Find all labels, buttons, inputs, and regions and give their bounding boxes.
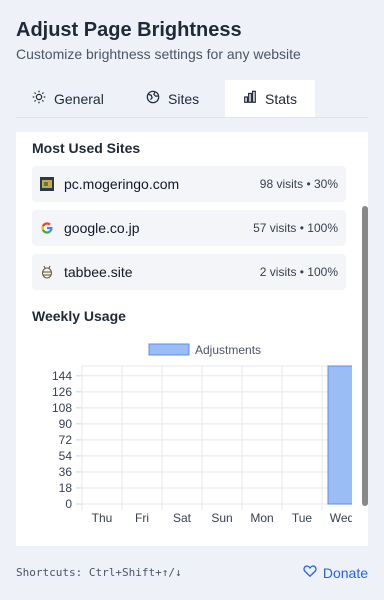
donate-link[interactable]: Donate: [303, 564, 368, 581]
y-tick-label: 0: [65, 497, 72, 511]
site-row[interactable]: google.co.jp 57 visits • 100%: [32, 210, 346, 246]
site-name: pc.mogeringo.com: [64, 176, 180, 192]
tab-stats[interactable]: Stats: [225, 80, 315, 117]
weekly-usage-chart: Adjustments 0 18 36 54 72 90 108 126 144 Thu Fri Sat…: [52, 343, 352, 525]
x-tick-label: Fri: [135, 511, 149, 525]
tab-sites[interactable]: Sites: [146, 80, 199, 117]
site-stats: 2 visits • 100%: [259, 265, 338, 279]
page-subtitle: Customize brightness settings for any we…: [16, 46, 301, 62]
x-tick-label: Wed: [330, 511, 352, 525]
tab-general-label: General: [54, 90, 104, 107]
y-tick-label: 18: [59, 481, 73, 495]
y-tick-label: 144: [52, 369, 72, 383]
weekly-usage-title: Weekly Usage: [32, 308, 126, 324]
shortcuts-text: Shortcuts: Ctrl+Shift+↑/↓: [16, 566, 182, 579]
y-tick-label: 36: [59, 465, 73, 479]
y-tick-label: 126: [52, 385, 72, 399]
tabbee-favicon-icon: [40, 265, 54, 279]
tab-general[interactable]: General: [32, 80, 104, 117]
site-name: tabbee.site: [64, 264, 133, 280]
y-tick-label: 108: [52, 401, 72, 415]
tab-sites-label: Sites: [168, 90, 200, 107]
bar: [327, 365, 352, 505]
footer: Shortcuts: Ctrl+Shift+↑/↓ Donate: [16, 564, 368, 584]
site-favicon-icon: [40, 177, 54, 191]
x-tick-label: Sat: [173, 511, 192, 525]
y-tick-label: 54: [59, 449, 73, 463]
legend-label: Adjustments: [195, 343, 261, 357]
scrollbar[interactable]: [362, 206, 368, 506]
most-used-sites-title: Most Used Sites: [32, 140, 141, 156]
y-tick-label: 72: [59, 433, 73, 447]
donate-label: Donate: [322, 564, 368, 581]
heart-icon: [303, 564, 317, 581]
stats-panel: Most Used Sites pc.mogeringo.com 98 visi…: [16, 132, 368, 546]
site-stats: 98 visits • 30%: [259, 177, 338, 191]
x-tick-label: Tue: [292, 511, 313, 525]
x-tick-label: Sun: [211, 511, 232, 525]
site-row[interactable]: tabbee.site 2 visits • 100%: [32, 254, 346, 290]
tab-bar: General Sites Stats: [16, 80, 368, 118]
x-tick-label: Thu: [92, 511, 113, 525]
site-stats: 57 visits • 100%: [253, 221, 338, 235]
globe-icon: [146, 90, 160, 107]
tab-stats-label: Stats: [265, 90, 297, 107]
google-favicon-icon: [40, 221, 54, 235]
y-tick-label: 90: [59, 417, 73, 431]
sun-icon: [32, 90, 46, 107]
legend-swatch: [148, 343, 190, 356]
page-title: Adjust Page Brightness: [16, 19, 242, 41]
header: Adjust Page Brightness Customize brightn…: [16, 16, 368, 62]
site-row[interactable]: pc.mogeringo.com 98 visits • 30%: [32, 166, 346, 202]
site-name: google.co.jp: [64, 220, 140, 236]
bar-chart-icon: [243, 90, 257, 107]
x-tick-label: Mon: [250, 511, 273, 525]
